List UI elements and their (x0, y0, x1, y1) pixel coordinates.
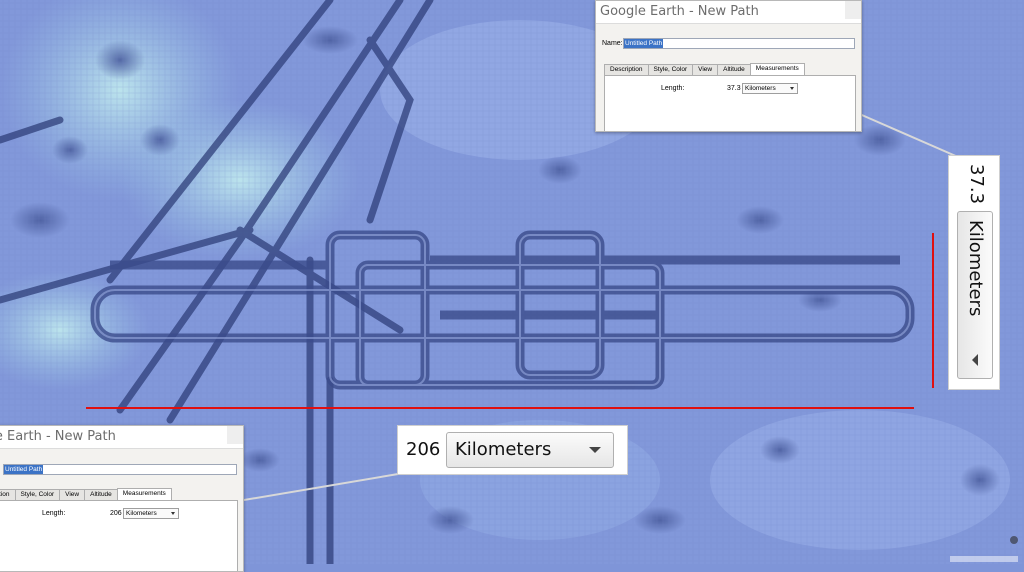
length-label: Length: (661, 85, 685, 92)
tab-bar: Description Style, Color View Altitude M… (604, 63, 805, 76)
name-field-bottom[interactable]: Untitled Path (3, 464, 237, 475)
callout-unit-select[interactable]: Kilometers (446, 432, 614, 468)
callout-length-value: 206 (406, 439, 441, 460)
name-label: Name: (602, 40, 623, 47)
chevron-down-icon (790, 87, 794, 90)
callout-unit-value: Kilometers (455, 439, 552, 460)
length-label: Length: (42, 510, 66, 517)
tab-bar-bottom: Description Style, Color View Altitude M… (0, 488, 172, 501)
callout-unit-select[interactable]: Kilometers (957, 211, 993, 379)
name-value: Untitled Path (624, 39, 664, 48)
tab-style-color[interactable]: Style, Color (647, 64, 694, 75)
window-title-bottom: Google Earth - New Path (0, 426, 243, 449)
tab-style-color[interactable]: Style, Color (14, 489, 61, 500)
title-controls[interactable] (845, 1, 861, 19)
title-controls-bottom[interactable] (227, 426, 243, 444)
length-value: 37.3 (727, 85, 741, 92)
new-path-dialog-bottom: Google Earth - New Path Untitled Path De… (0, 425, 244, 572)
window-title-text: Google Earth - New Path (0, 429, 116, 444)
callout-unit-value: Kilometers (965, 220, 986, 317)
tab-description[interactable]: Description (0, 489, 16, 500)
callout-length-value: 37.3 (966, 164, 987, 205)
zoom-callout-horizontal: 206 Kilometers (397, 425, 628, 475)
name-value-bottom: Untitled Path (4, 465, 44, 474)
window-title: Google Earth - New Path (596, 1, 861, 24)
chevron-down-icon (589, 447, 601, 453)
length-value: 206 (110, 510, 122, 517)
measurements-panel: Length: 37.3 Kilometers (604, 75, 856, 131)
zoom-callout-vertical: 37.3 Kilometers (948, 155, 1000, 390)
unit-select[interactable]: Kilometers (742, 83, 798, 94)
chevron-left-icon (972, 354, 978, 366)
cursor-icon (1010, 536, 1018, 544)
tab-altitude[interactable]: Altitude (84, 489, 118, 500)
watermark (950, 556, 1018, 562)
tab-view[interactable]: View (692, 64, 719, 75)
name-field[interactable]: Untitled Path (623, 38, 855, 49)
new-path-dialog-top: Google Earth - New Path Name: Untitled P… (595, 0, 862, 132)
unit-select-value: Kilometers (745, 85, 776, 92)
measurements-panel-bottom: Length: 206 Kilometers (0, 500, 238, 571)
unit-select[interactable]: Kilometers (123, 508, 179, 519)
tab-view[interactable]: View (59, 489, 86, 500)
unit-select-value: Kilometers (126, 510, 157, 517)
tab-altitude[interactable]: Altitude (717, 64, 751, 75)
tab-description[interactable]: Description (604, 64, 649, 75)
callout-vertical-inner: 37.3 Kilometers (949, 156, 999, 389)
chevron-down-icon (171, 512, 175, 515)
